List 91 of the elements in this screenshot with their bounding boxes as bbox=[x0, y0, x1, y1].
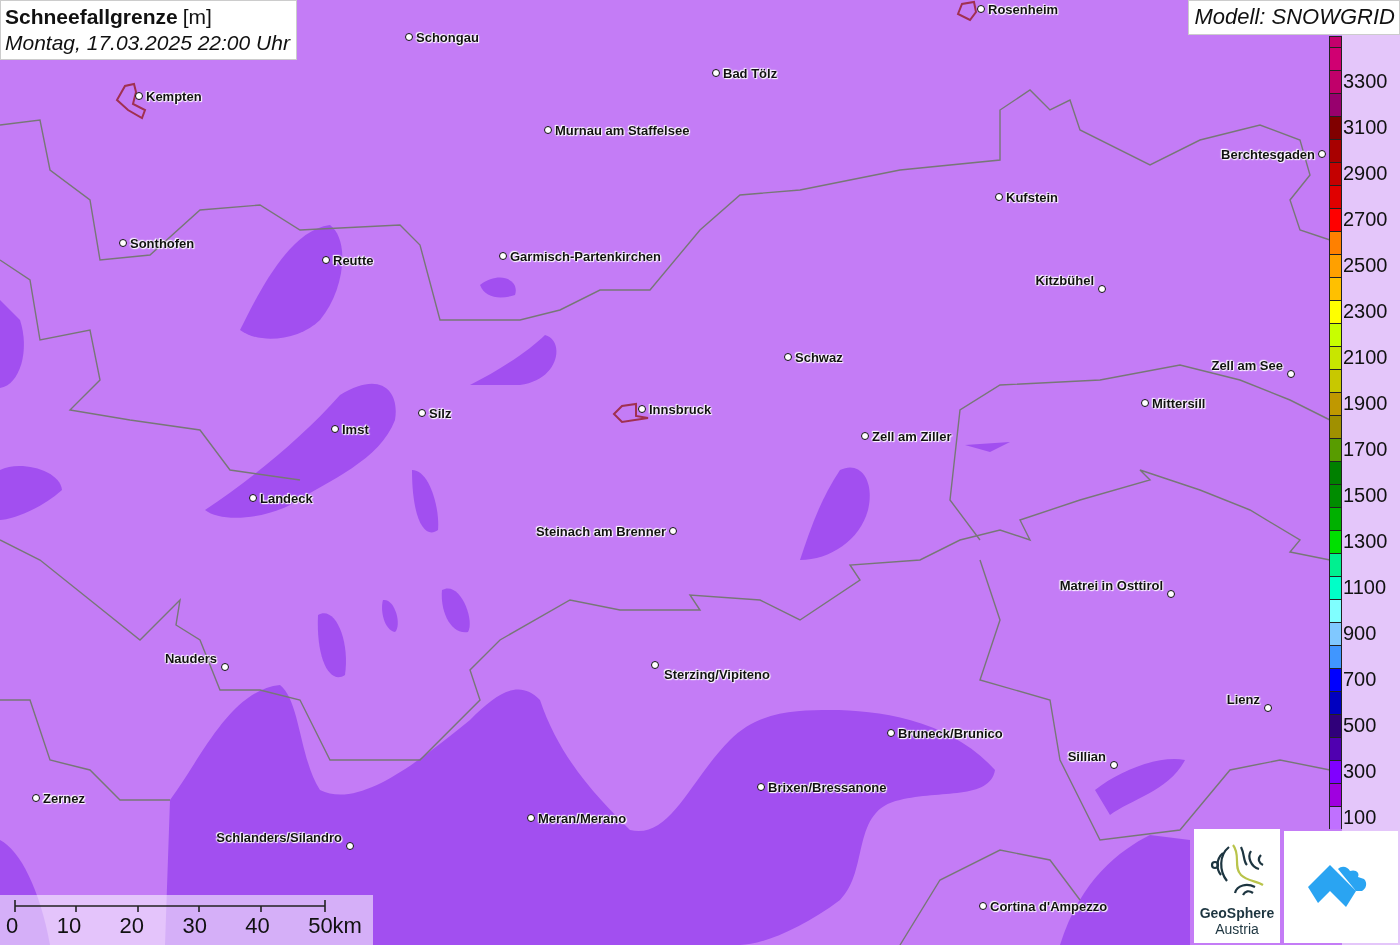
city-label: Lienz bbox=[1226, 692, 1260, 707]
legend-value: 2700 bbox=[1343, 208, 1388, 231]
location-marker-icon bbox=[669, 527, 677, 535]
scale-label: 50km bbox=[308, 914, 362, 938]
location-marker-icon bbox=[119, 239, 127, 247]
city-label: Matrei in Osttirol bbox=[1059, 578, 1163, 593]
city-label: Brixen/Bressanone bbox=[768, 780, 887, 795]
legend-value: 2900 bbox=[1343, 162, 1388, 185]
legend-value: 2300 bbox=[1343, 300, 1388, 323]
city-label: Reutte bbox=[333, 253, 374, 268]
city-label: Schwaz bbox=[795, 350, 843, 365]
legend-value: 900 bbox=[1343, 622, 1377, 645]
city-label: Bruneck/Brunico bbox=[898, 726, 1003, 741]
location-marker-icon bbox=[499, 252, 507, 260]
city-label: Landeck bbox=[260, 491, 313, 506]
legend-value: 1500 bbox=[1343, 484, 1388, 507]
city-label: Nauders bbox=[164, 651, 217, 666]
legend-value: 2500 bbox=[1343, 254, 1388, 277]
city-label: Murnau am Staffelsee bbox=[555, 123, 690, 138]
legend-value: 3300 bbox=[1343, 70, 1388, 93]
location-marker-icon bbox=[544, 126, 552, 134]
location-marker-icon bbox=[979, 902, 987, 910]
city-label: Berchtesgaden bbox=[1221, 147, 1315, 162]
city-label: Sonthofen bbox=[130, 236, 195, 251]
location-marker-icon bbox=[1110, 761, 1118, 769]
legend-value: 300 bbox=[1343, 760, 1377, 783]
city-label: Rosenheim bbox=[988, 2, 1059, 17]
location-marker-icon bbox=[861, 432, 869, 440]
legend-value: 1300 bbox=[1343, 530, 1388, 553]
unit-label: [m] bbox=[182, 5, 212, 29]
legend-value: 100 bbox=[1343, 806, 1377, 829]
location-marker-icon bbox=[527, 814, 535, 822]
location-marker-icon bbox=[784, 353, 792, 361]
location-marker-icon bbox=[1318, 150, 1326, 158]
location-marker-icon bbox=[1141, 399, 1149, 407]
city-label: Kitzbühel bbox=[1035, 273, 1094, 288]
scale-label: 40 bbox=[245, 914, 270, 938]
location-marker-icon bbox=[1287, 370, 1295, 378]
city-label: Schlanders/Silandro bbox=[216, 830, 342, 845]
location-marker-icon bbox=[346, 842, 354, 850]
city-label: Bad Tölz bbox=[723, 66, 778, 81]
logo-name: GeoSphere bbox=[1199, 905, 1275, 921]
model-label: Modell: SNOWGRID bbox=[1187, 0, 1400, 35]
legend-value: 500 bbox=[1343, 714, 1377, 737]
forecast-datetime: Montag, 17.03.2025 22:00 Uhr bbox=[5, 31, 290, 55]
legend-value: 1900 bbox=[1343, 392, 1388, 415]
location-marker-icon bbox=[638, 405, 646, 413]
legend-value: 1700 bbox=[1343, 438, 1388, 461]
city-label: Zernez bbox=[43, 791, 85, 806]
map-title: Schneefallgrenze bbox=[5, 5, 178, 29]
legend-value: 3100 bbox=[1343, 116, 1388, 139]
city-label: Cortina d'Ampezzo bbox=[990, 899, 1108, 914]
scale-label: 0 bbox=[6, 914, 19, 938]
scale-label: 20 bbox=[119, 914, 144, 938]
location-marker-icon bbox=[1167, 590, 1175, 598]
location-marker-icon bbox=[32, 794, 40, 802]
city-label: Steinach am Brenner bbox=[535, 524, 666, 539]
location-marker-icon bbox=[757, 783, 765, 791]
city-label: Silz bbox=[429, 406, 452, 421]
scale-label: 10 bbox=[56, 914, 82, 938]
city-label: Kempten bbox=[146, 89, 202, 104]
city-label: Sterzing/Vipiteno bbox=[664, 667, 770, 682]
city-label: Zell am Ziller bbox=[872, 429, 952, 444]
city-label: Kufstein bbox=[1006, 190, 1058, 205]
location-marker-icon bbox=[1264, 704, 1272, 712]
location-marker-icon bbox=[712, 69, 720, 77]
location-marker-icon bbox=[331, 425, 339, 433]
location-marker-icon bbox=[651, 661, 659, 669]
city-label: Imst bbox=[342, 422, 369, 437]
location-marker-icon bbox=[322, 256, 330, 264]
city-label: Schongau bbox=[416, 30, 479, 45]
logo-country: Austria bbox=[1215, 921, 1259, 937]
location-marker-icon bbox=[221, 663, 229, 671]
legend-value: 1100 bbox=[1343, 576, 1386, 599]
city-label: Innsbruck bbox=[649, 402, 712, 417]
location-marker-icon bbox=[995, 193, 1003, 201]
location-marker-icon bbox=[887, 729, 895, 737]
location-marker-icon bbox=[135, 92, 143, 100]
location-marker-icon bbox=[977, 5, 985, 13]
city-label: Sillian bbox=[1067, 749, 1106, 764]
location-marker-icon bbox=[405, 33, 413, 41]
city-label: Mittersill bbox=[1152, 396, 1206, 411]
location-marker-icon bbox=[1098, 285, 1106, 293]
city-label: Meran/Merano bbox=[538, 811, 627, 826]
legend-value: 2100 bbox=[1343, 346, 1388, 369]
city-label: Zell am See bbox=[1211, 358, 1283, 373]
legend-value: 700 bbox=[1343, 668, 1377, 691]
location-marker-icon bbox=[418, 409, 426, 417]
city-label: Garmisch-Partenkirchen bbox=[510, 249, 661, 264]
location-marker-icon bbox=[249, 494, 257, 502]
scale-label: 30 bbox=[182, 914, 207, 938]
